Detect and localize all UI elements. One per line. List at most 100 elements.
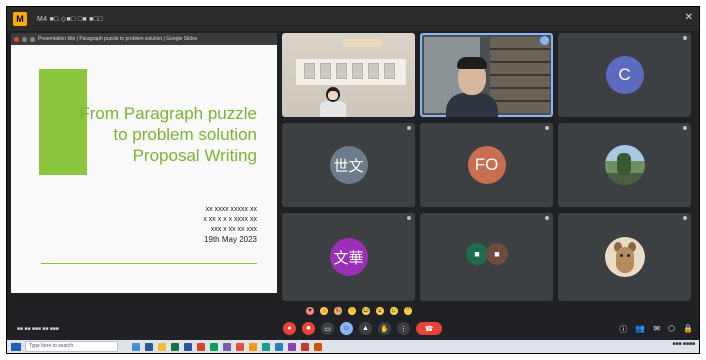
app-icon[interactable] <box>275 342 283 351</box>
participant-body <box>446 93 498 117</box>
excel-icon[interactable] <box>171 342 179 351</box>
thumbs-up-reaction-icon[interactable]: 👍 <box>320 307 328 315</box>
surprised-reaction-icon[interactable]: 😮 <box>376 307 384 315</box>
slide-title-line: Proposal Writing <box>132 146 257 165</box>
heart-reaction-icon[interactable]: ♥ <box>306 307 314 315</box>
app-icon[interactable] <box>236 342 244 351</box>
windows-start-icon[interactable] <box>11 342 21 351</box>
meeting-window: M M4 ■□ ◇■□ □■ ■□□ ✕ Presentation title … <box>6 6 700 354</box>
browser-close-icon[interactable] <box>14 36 19 42</box>
taskbar-apps <box>132 342 322 351</box>
avatar-face <box>615 247 634 273</box>
task-view-icon[interactable] <box>132 342 140 351</box>
laugh-reaction-icon[interactable]: 😂 <box>362 307 370 315</box>
meeting-info: ■■ ■■ ■■■ ■■ ■■■ <box>17 326 59 332</box>
slide-title-line: From Paragraph puzzle <box>79 104 257 123</box>
emoji-button[interactable]: ☺ <box>340 322 353 335</box>
wall-frame <box>320 63 331 79</box>
app-icon[interactable] <box>314 342 322 351</box>
mic-muted-icon <box>545 216 549 220</box>
participant-hair <box>457 57 487 69</box>
mic-muted-icon <box>407 126 411 130</box>
avatar: FO <box>467 146 506 184</box>
participant-tile[interactable]: FO <box>420 123 553 207</box>
right-controls: ⓘ 👥 ✉ ⬡ 🔒 <box>619 324 693 335</box>
pin-icon[interactable] <box>540 36 549 45</box>
end-call-button[interactable]: ☎ <box>416 322 442 335</box>
app-icon[interactable] <box>262 342 270 351</box>
avatar-eye <box>626 254 630 257</box>
avatar: ■ <box>466 243 488 265</box>
powerpoint-icon[interactable] <box>197 342 205 351</box>
wall-frame <box>352 63 363 79</box>
avatar-eye <box>619 254 623 257</box>
participant-tile-c[interactable]: C <box>558 33 691 117</box>
app-icon[interactable] <box>288 342 296 351</box>
participant-tile[interactable] <box>558 123 691 207</box>
edge-icon[interactable] <box>145 342 153 351</box>
slide-divider <box>41 263 257 264</box>
participant-tile-host[interactable] <box>420 33 553 117</box>
participant-tile[interactable]: ■ ■ <box>420 213 553 301</box>
avatar: 文華 <box>329 238 368 276</box>
ceiling-lamp <box>342 39 382 47</box>
participant-tile[interactable] <box>558 213 691 301</box>
browser-chrome: Presentation title | Paragraph puzzle to… <box>11 33 277 45</box>
slide-author-line: xx xxxx xxxxx xx <box>205 206 257 213</box>
mic-muted-icon <box>683 36 687 40</box>
slide-author-line: x xx x x x xxxx xx <box>203 216 257 223</box>
chrome-icon[interactable] <box>210 342 218 351</box>
animal-avatar <box>604 237 645 277</box>
slide-title-line: to problem solution <box>113 125 257 144</box>
slide-author-line: xxx x xx xx xxx <box>210 226 257 233</box>
camera-off-button[interactable]: ■ <box>302 322 315 335</box>
teams-icon[interactable] <box>223 342 231 351</box>
sad-reaction-icon[interactable]: 😢 <box>390 307 398 315</box>
title-bar: M M4 ■□ ◇■□ □■ ■□□ ✕ <box>7 7 699 31</box>
file-explorer-icon[interactable] <box>158 342 166 351</box>
lock-icon[interactable]: 🔒 <box>683 324 693 335</box>
shared-screen: Presentation title | Paragraph puzzle to… <box>11 33 277 303</box>
presentation-slide: From Paragraph puzzle to problem solutio… <box>11 45 277 303</box>
participant-tile[interactable]: 世文 <box>282 123 415 207</box>
chat-icon[interactable]: ✉ <box>653 324 660 335</box>
participant-tile[interactable]: 文華 <box>282 213 415 301</box>
window-title: M4 ■□ ◇■□ □■ ■□□ <box>37 16 103 23</box>
slide-title: From Paragraph puzzle to problem solutio… <box>37 103 257 166</box>
people-icon[interactable]: 👥 <box>635 324 645 335</box>
wall-frame <box>368 63 379 79</box>
mic-muted-icon <box>545 126 549 130</box>
app-icon[interactable] <box>249 342 257 351</box>
participant-body <box>320 101 346 117</box>
app-icon: M <box>13 12 27 26</box>
present-button[interactable]: ▲ <box>359 322 372 335</box>
app-icon[interactable] <box>301 342 309 351</box>
raise-hand-button[interactable]: ✋ <box>378 322 391 335</box>
avatar: ■ <box>486 243 508 265</box>
info-icon[interactable]: ⓘ <box>619 324 627 335</box>
mic-muted-icon <box>683 126 687 130</box>
mic-muted-icon <box>683 216 687 220</box>
more-options-button[interactable]: ⋮ <box>397 322 410 335</box>
avatar: 世文 <box>329 146 368 184</box>
avatar: C <box>605 56 644 94</box>
participant-face <box>328 91 338 100</box>
browser-minimize-icon[interactable] <box>22 36 27 42</box>
wall-frame <box>384 63 395 79</box>
taskbar: Type here to search ■■■ ■■■■ <box>7 340 699 353</box>
browser-maximize-icon[interactable] <box>30 36 35 42</box>
taskbar-search-input[interactable]: Type here to search <box>25 341 118 352</box>
thinking-reaction-icon[interactable]: 🤔 <box>404 307 412 315</box>
participant-tile-classroom[interactable] <box>282 33 415 117</box>
tree-shape <box>616 153 631 175</box>
control-buttons: ● ■ ▭ ☺ ▲ ✋ ⋮ ☎ <box>283 322 442 335</box>
clap-reaction-icon[interactable]: 👏 <box>348 307 356 315</box>
mic-off-button[interactable]: ● <box>283 322 296 335</box>
system-tray[interactable]: ■■■ ■■■■ <box>672 342 695 347</box>
meeting-controls: ■■ ■■ ■■■ ■■ ■■■ ● ■ ▭ ☺ ▲ ✋ ⋮ ☎ ⓘ 👥 ✉ ⬡… <box>7 321 699 341</box>
activities-icon[interactable]: ⬡ <box>668 324 675 335</box>
close-icon[interactable]: ✕ <box>685 12 693 23</box>
party-reaction-icon[interactable]: 🎉 <box>334 307 342 315</box>
word-icon[interactable] <box>184 342 192 351</box>
captions-button[interactable]: ▭ <box>321 322 334 335</box>
